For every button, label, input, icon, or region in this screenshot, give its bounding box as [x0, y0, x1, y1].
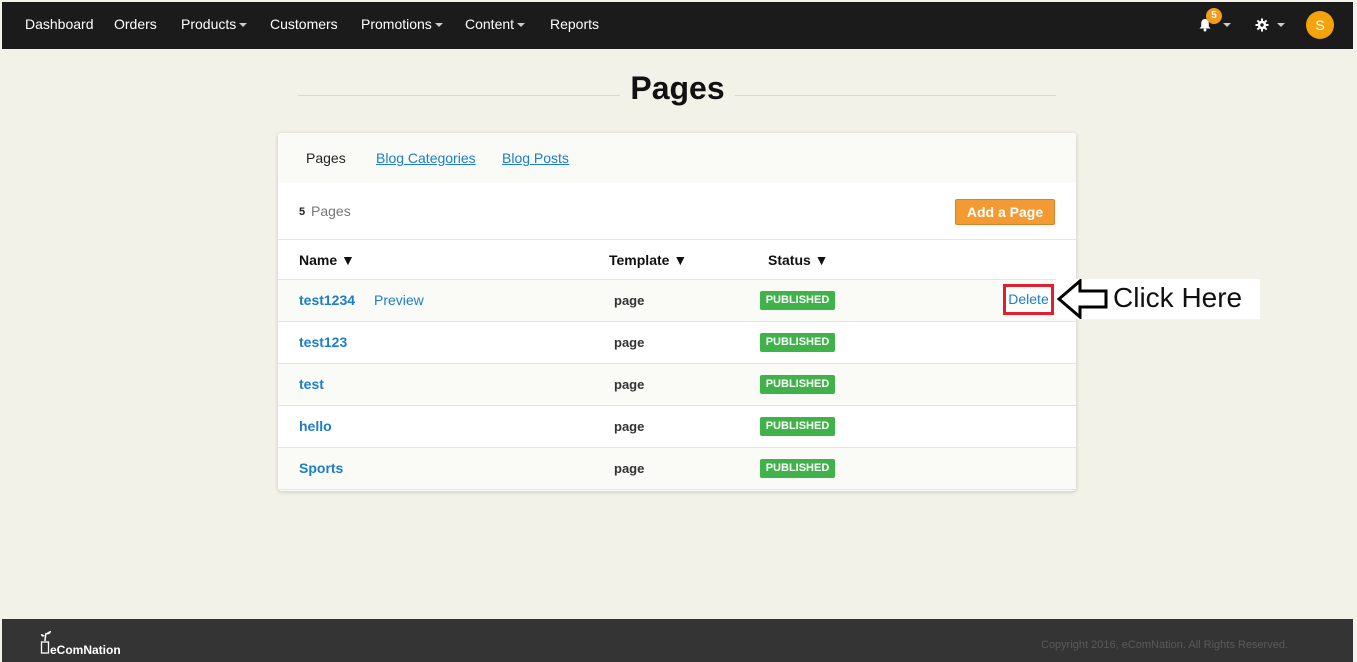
table-row: hello page PUBLISHED [278, 406, 1076, 448]
column-header-status[interactable]: Status ▼ [768, 252, 829, 268]
page-name-link[interactable]: test123 [299, 334, 347, 350]
page-name-link[interactable]: Sports [299, 460, 343, 476]
chevron-down-icon [434, 23, 443, 28]
delete-button[interactable]: Delete [1003, 284, 1054, 315]
template-cell: page [614, 461, 645, 476]
nav-dashboard[interactable]: Dashboard [25, 2, 94, 49]
arrow-left-icon [1056, 279, 1108, 319]
top-navbar: Dashboard Orders Products Customers Prom… [2, 2, 1353, 49]
nav-content[interactable]: Content [465, 2, 526, 49]
notification-count-badge: 5 [1206, 8, 1222, 24]
pages-count-row: 5 Pages Add a Page [278, 183, 1076, 239]
copyright-text: Copyright 2016, eComNation. All Rights R… [1041, 639, 1289, 651]
nav-reports[interactable]: Reports [550, 2, 599, 49]
title-divider-right [735, 95, 1056, 96]
status-badge: PUBLISHED [760, 333, 835, 352]
page-name-link[interactable]: hello [299, 418, 332, 434]
nav-orders[interactable]: Orders [114, 2, 157, 49]
column-header-name[interactable]: Name ▼ [299, 252, 355, 268]
chevron-down-icon [517, 23, 526, 28]
footer-logo-text: eComNation [50, 643, 121, 657]
callout-text: Click Here [1113, 282, 1243, 313]
title-divider-left [298, 95, 620, 96]
page-title: Pages [630, 70, 725, 106]
table-header: Name ▼ Template ▼ Status ▼ [278, 239, 1076, 280]
page-name-link[interactable]: test [299, 376, 324, 392]
status-badge: PUBLISHED [760, 459, 835, 478]
nav-promotions[interactable]: Promotions [361, 2, 443, 49]
table-row: test123 page PUBLISHED [278, 322, 1076, 364]
pages-count-label: Pages [311, 203, 351, 219]
table-row: test page PUBLISHED [278, 364, 1076, 406]
table-row: test1234 Preview page PUBLISHED [278, 280, 1076, 322]
tab-bar: Pages Blog Categories Blog Posts [278, 133, 1076, 183]
template-cell: page [614, 419, 645, 434]
nav-customers-label: Customers [270, 16, 338, 32]
column-header-template[interactable]: Template ▼ [609, 252, 687, 268]
tab-pages[interactable]: Pages [306, 150, 346, 166]
page-name-link[interactable]: test1234 [299, 292, 355, 308]
table-row: Sports page PUBLISHED [278, 448, 1076, 490]
tab-blog-posts[interactable]: Blog Posts [502, 150, 569, 166]
template-cell: page [614, 293, 645, 308]
preview-link[interactable]: Preview [374, 292, 424, 308]
status-badge: PUBLISHED [760, 417, 835, 436]
chevron-down-icon [239, 23, 248, 28]
pages-card: Pages Blog Categories Blog Posts 5 Pages… [278, 133, 1076, 491]
avatar[interactable]: S [1306, 11, 1334, 39]
click-here-callout: Click Here [1056, 279, 1260, 319]
gear-icon[interactable] [1255, 18, 1269, 32]
template-cell: page [614, 377, 645, 392]
pages-count: 5 [299, 206, 306, 218]
nav-customers[interactable]: Customers [270, 2, 338, 49]
nav-content-label: Content [465, 16, 515, 32]
nav-promotions-label: Promotions [361, 16, 432, 32]
add-page-button[interactable]: Add a Page [955, 199, 1055, 225]
tab-blog-categories[interactable]: Blog Categories [376, 150, 476, 166]
nav-dashboard-label: Dashboard [25, 16, 94, 32]
nav-products[interactable]: Products [181, 2, 248, 49]
nav-reports-label: Reports [550, 16, 600, 32]
chevron-down-icon[interactable] [1223, 23, 1231, 27]
nav-products-label: Products [181, 16, 237, 32]
nav-orders-label: Orders [114, 16, 157, 32]
template-cell: page [614, 335, 645, 350]
footer: eComNation Copyright 2016, eComNation. A… [2, 619, 1353, 662]
chevron-down-icon[interactable] [1277, 23, 1285, 27]
status-badge: PUBLISHED [760, 375, 835, 394]
status-badge: PUBLISHED [760, 291, 835, 310]
